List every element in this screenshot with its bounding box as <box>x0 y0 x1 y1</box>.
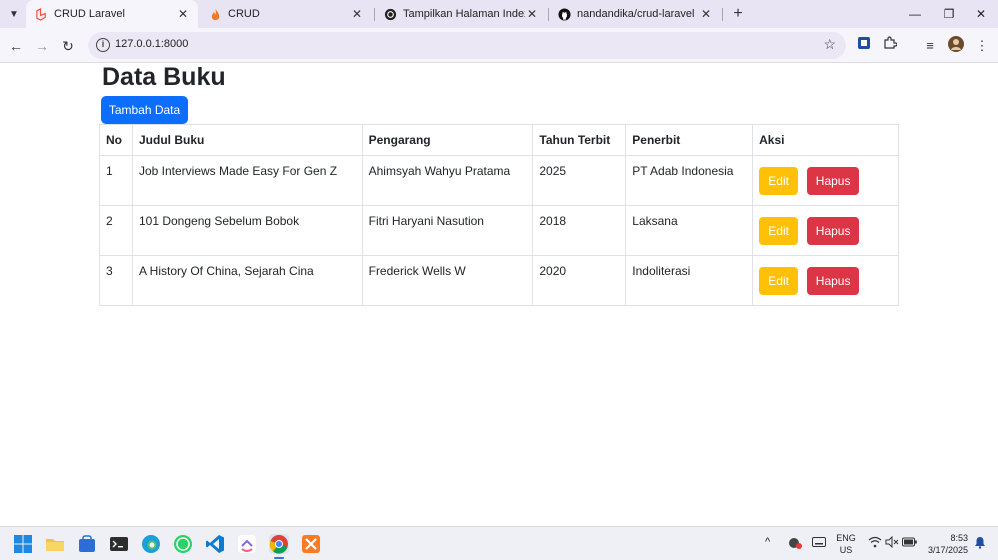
laravel-icon <box>34 7 48 21</box>
kebab-menu-icon[interactable]: ⋮ <box>972 36 992 56</box>
language-indicator[interactable]: ENG US <box>834 532 858 556</box>
xampp-icon[interactable] <box>301 534 321 554</box>
cell-no: 1 <box>99 155 133 206</box>
active-app-indicator <box>274 557 284 559</box>
minimize-icon[interactable]: — <box>898 0 932 28</box>
clock-time: 8:53 <box>950 533 968 543</box>
volume-muted-icon[interactable] <box>885 535 899 551</box>
tab-github-repo[interactable]: nandandika/crud-laravel ✕ <box>549 0 721 28</box>
system-clock[interactable]: 8:53 3/17/2025 <box>922 532 968 556</box>
table-row: 1 Job Interviews Made Easy For Gen Z Ahi… <box>99 155 899 206</box>
page-content: Data Buku Tambah Data No Judul Buku Peng… <box>0 63 998 526</box>
address-bar[interactable]: i 127.0.0.1:8000 ☆ <box>88 32 846 59</box>
extensions-puzzle-icon[interactable] <box>880 36 900 56</box>
cell-penerbit: Laksana <box>625 205 754 256</box>
avatar[interactable] <box>946 36 966 56</box>
tab-title: CRUD <box>228 8 260 20</box>
cell-aksi: Edit Hapus <box>752 155 899 206</box>
cell-penerbit: PT Adab Indonesia <box>625 155 754 206</box>
tab-strip: ▼ CRUD Laravel ✕ CRUD ✕ Tampilkan Halama… <box>0 0 998 28</box>
edit-button[interactable]: Edit <box>759 267 799 295</box>
add-data-button[interactable]: Tambah Data <box>101 96 188 124</box>
security-icon[interactable] <box>788 536 802 553</box>
tab-title: nandandika/crud-laravel <box>577 8 695 20</box>
column-header-penerbit: Penerbit <box>625 124 754 156</box>
cell-tahun: 2018 <box>532 205 627 256</box>
column-header-no: No <box>99 124 133 156</box>
column-header-pengarang: Pengarang <box>361 124 534 156</box>
table-row: 3 A History Of China, Sejarah Cina Frede… <box>99 255 899 306</box>
chrome-icon[interactable] <box>269 534 289 554</box>
cell-tahun: 2025 <box>532 155 627 206</box>
terminal-icon[interactable] <box>109 534 129 554</box>
media-control-icon[interactable]: ≡ <box>920 36 940 56</box>
cell-aksi: Edit Hapus <box>752 205 899 256</box>
cell-judul: Job Interviews Made Easy For Gen Z <box>131 155 363 206</box>
close-icon[interactable]: ✕ <box>350 7 364 21</box>
wifi-icon[interactable] <box>868 536 882 551</box>
cell-aksi: Edit Hapus <box>752 255 899 306</box>
cell-pengarang: Frederick Wells W <box>361 255 534 306</box>
edit-button[interactable]: Edit <box>759 217 799 245</box>
clock-date: 3/17/2025 <box>927 545 968 555</box>
whatsapp-icon[interactable] <box>173 534 193 554</box>
tab-search-chevron-icon[interactable]: ▼ <box>4 4 24 24</box>
tab-separator <box>722 8 723 21</box>
language-code: ENG <box>836 533 856 543</box>
table-header-row: No Judul Buku Pengarang Tahun Terbit Pen… <box>99 124 899 156</box>
tab-tampilkan-halaman[interactable]: Tampilkan Halaman Index Buku ✕ <box>375 0 547 28</box>
edit-button[interactable]: Edit <box>759 167 799 195</box>
store-icon[interactable] <box>77 534 97 554</box>
books-table: No Judul Buku Pengarang Tahun Terbit Pen… <box>99 124 899 306</box>
bookmark-star-icon[interactable]: ☆ <box>823 36 836 53</box>
notification-bell-icon[interactable] <box>974 536 986 552</box>
tab-crud-laravel[interactable]: CRUD Laravel ✕ <box>26 0 198 28</box>
region-code: US <box>839 545 853 555</box>
cell-pengarang: Fitri Haryani Nasution <box>361 205 534 256</box>
cell-pengarang: Ahimsyah Wahyu Pratama <box>361 155 534 206</box>
new-tab-plus-icon[interactable]: + <box>728 4 748 24</box>
reload-icon[interactable]: ↻ <box>58 36 78 56</box>
restore-icon[interactable]: ❐ <box>932 0 966 28</box>
column-header-judul: Judul Buku <box>131 124 363 156</box>
window-close-icon[interactable]: ✕ <box>964 0 998 28</box>
tab-title: CRUD Laravel <box>54 8 125 20</box>
site-info-icon[interactable]: i <box>96 38 110 52</box>
close-icon[interactable]: ✕ <box>525 7 539 21</box>
cell-penerbit: Indoliterasi <box>625 255 754 306</box>
clickup-icon[interactable] <box>237 534 257 554</box>
tab-title: Tampilkan Halaman Index Buku <box>403 8 525 20</box>
delete-button[interactable]: Hapus <box>807 167 860 195</box>
edge-icon[interactable] <box>141 534 161 554</box>
chevron-up-icon[interactable]: ^ <box>765 536 770 548</box>
close-icon[interactable]: ✕ <box>176 7 190 21</box>
browser-toolbar: ← → ↻ i 127.0.0.1:8000 ☆ ≡ ⋮ <box>0 28 998 63</box>
extension-box-icon[interactable] <box>854 36 874 56</box>
cell-tahun: 2020 <box>532 255 627 306</box>
page-title: Data Buku <box>102 63 226 91</box>
table-row: 2 101 Dongeng Sebelum Bobok Fitri Haryan… <box>99 205 899 256</box>
delete-button[interactable]: Hapus <box>807 267 860 295</box>
delete-button[interactable]: Hapus <box>807 217 860 245</box>
vscode-icon[interactable] <box>205 534 225 554</box>
cell-judul: A History Of China, Sejarah Cina <box>131 255 363 306</box>
windows-start-icon[interactable] <box>13 534 33 554</box>
address-url[interactable]: 127.0.0.1:8000 <box>115 38 188 50</box>
close-icon[interactable]: ✕ <box>699 7 713 21</box>
column-header-aksi: Aksi <box>752 124 899 156</box>
xampp-flame-icon <box>208 7 222 21</box>
column-header-tahun: Tahun Terbit <box>532 124 627 156</box>
cell-no: 3 <box>99 255 133 306</box>
keyboard-icon[interactable] <box>812 536 826 551</box>
battery-icon[interactable] <box>902 536 918 551</box>
forward-arrow-icon[interactable]: → <box>32 36 52 56</box>
back-arrow-icon[interactable]: ← <box>6 36 26 56</box>
taskbar: ^ ENG US 8:53 3/17/2025 <box>0 526 998 560</box>
cell-judul: 101 Dongeng Sebelum Bobok <box>131 205 363 256</box>
cell-no: 2 <box>99 205 133 256</box>
file-explorer-icon[interactable] <box>45 534 65 554</box>
tab-crud[interactable]: CRUD ✕ <box>200 0 372 28</box>
chatgpt-icon <box>383 7 397 21</box>
github-icon <box>557 7 571 21</box>
